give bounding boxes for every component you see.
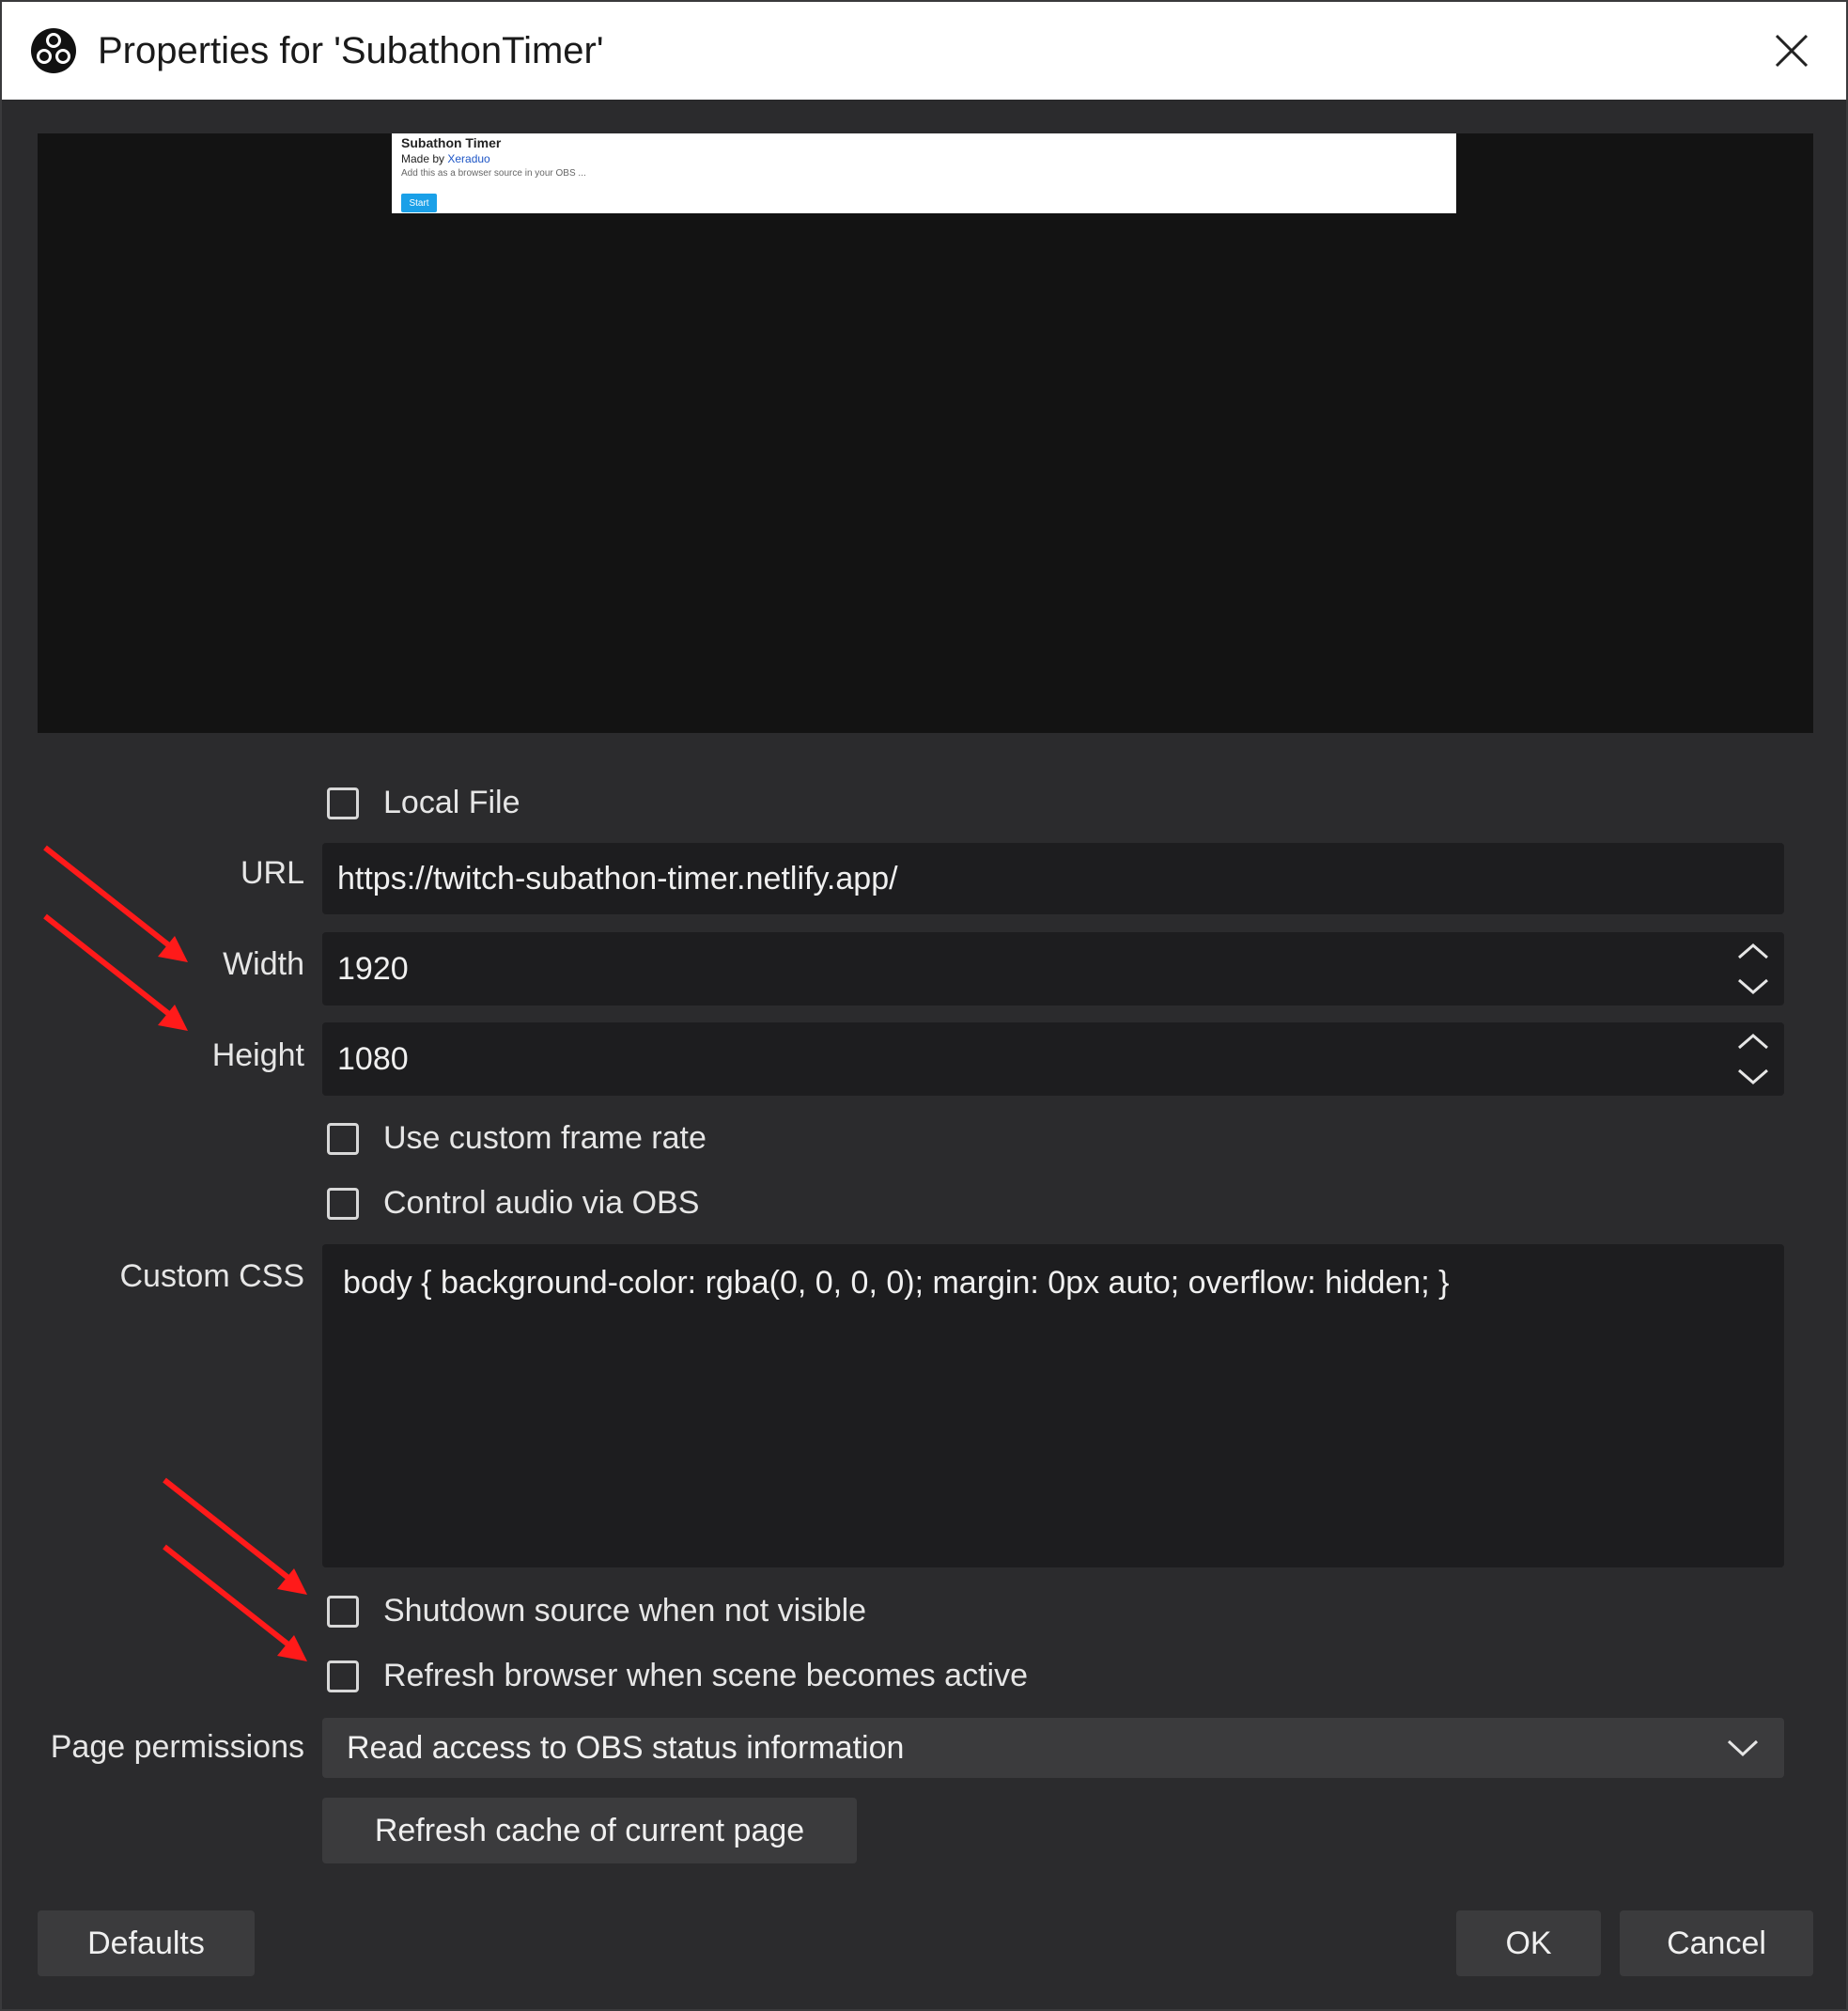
height-value: 1080 bbox=[337, 1040, 409, 1077]
checkbox-box[interactable] bbox=[327, 787, 359, 819]
control-audio-checkbox[interactable]: Control audio via OBS bbox=[327, 1185, 699, 1222]
height-label: Height bbox=[211, 1037, 304, 1073]
refresh-on-active-label: Refresh browser when scene becomes activ… bbox=[383, 1658, 1028, 1693]
preview-title: Subathon Timer bbox=[401, 135, 502, 150]
custom-frame-rate-label: Use custom frame rate bbox=[383, 1120, 707, 1156]
cancel-button[interactable]: Cancel bbox=[1620, 1910, 1813, 1976]
browser-preview: Subathon Timer Made by Xeraduo Add this … bbox=[38, 133, 1813, 733]
checkbox-box[interactable] bbox=[327, 1122, 359, 1155]
close-icon[interactable] bbox=[1763, 23, 1820, 79]
url-value: https://twitch-subathon-timer.netlify.ap… bbox=[337, 860, 898, 896]
title-bar: Properties for 'SubathonTimer' bbox=[2, 2, 1846, 100]
properties-dialog: Properties for 'SubathonTimer' Subathon … bbox=[0, 0, 1848, 2011]
checkbox-box[interactable] bbox=[327, 1660, 359, 1692]
refresh-on-active-checkbox[interactable]: Refresh browser when scene becomes activ… bbox=[327, 1658, 1028, 1694]
width-spinbox[interactable]: 1920 bbox=[322, 932, 1784, 1006]
url-input[interactable]: https://twitch-subathon-timer.netlify.ap… bbox=[322, 843, 1784, 914]
shutdown-source-label: Shutdown source when not visible bbox=[383, 1593, 867, 1629]
red-arrow-icon bbox=[163, 1477, 307, 1595]
preview-page: Subathon Timer Made by Xeraduo Add this … bbox=[392, 133, 1456, 213]
chevron-down-icon[interactable] bbox=[1732, 1062, 1775, 1092]
ok-button[interactable]: OK bbox=[1456, 1910, 1601, 1976]
shutdown-source-checkbox[interactable]: Shutdown source when not visible bbox=[327, 1593, 866, 1629]
page-permissions-value: Read access to OBS status information bbox=[347, 1729, 905, 1766]
preview-description: Add this as a browser source in your OBS… bbox=[401, 168, 586, 179]
page-permissions-label: Page permissions bbox=[50, 1729, 304, 1765]
width-label: Width bbox=[223, 946, 304, 982]
defaults-button[interactable]: Defaults bbox=[38, 1910, 255, 1976]
custom-frame-rate-checkbox[interactable]: Use custom frame rate bbox=[327, 1120, 707, 1157]
height-spinbox[interactable]: 1080 bbox=[322, 1022, 1784, 1096]
chevron-down-icon bbox=[1726, 1731, 1760, 1773]
custom-css-textarea[interactable]: body { background-color: rgba(0, 0, 0, 0… bbox=[322, 1244, 1784, 1567]
window-title: Properties for 'SubathonTimer' bbox=[98, 29, 604, 71]
chevron-down-icon[interactable] bbox=[1732, 972, 1775, 1002]
red-arrow-icon bbox=[163, 1544, 307, 1661]
page-permissions-dropdown[interactable]: Read access to OBS status information bbox=[322, 1718, 1784, 1778]
checkbox-box[interactable] bbox=[327, 1187, 359, 1220]
width-value: 1920 bbox=[337, 950, 409, 987]
custom-css-label: Custom CSS bbox=[119, 1258, 305, 1294]
url-label: URL bbox=[240, 855, 304, 891]
refresh-cache-button[interactable]: Refresh cache of current page bbox=[322, 1798, 857, 1863]
chevron-up-icon[interactable] bbox=[1732, 1026, 1775, 1056]
preview-start-button: Start bbox=[401, 194, 437, 212]
obs-logo-icon bbox=[28, 25, 79, 76]
preview-author-link: Xeraduo bbox=[447, 152, 490, 165]
control-audio-label: Control audio via OBS bbox=[383, 1185, 700, 1221]
chevron-up-icon[interactable] bbox=[1732, 936, 1775, 966]
checkbox-box[interactable] bbox=[327, 1595, 359, 1628]
local-file-checkbox[interactable]: Local File bbox=[327, 785, 520, 821]
preview-byline: Made by Xeraduo bbox=[401, 152, 490, 165]
local-file-label: Local File bbox=[383, 785, 520, 820]
